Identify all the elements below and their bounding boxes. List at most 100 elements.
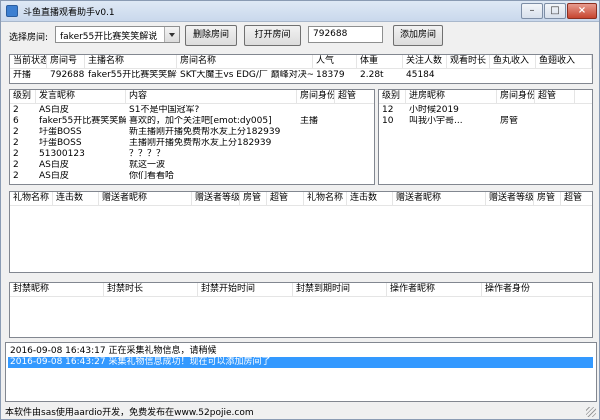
room-info-column-header[interactable]: 人气: [313, 55, 357, 69]
room-select[interactable]: faker55开比赛笑笑解说: [55, 26, 180, 43]
ban-column-header[interactable]: 操作者昵称: [387, 283, 482, 297]
chat-row[interactable]: 2 AS白皮 就这一波: [10, 160, 374, 171]
chat-column-header[interactable]: 发言昵称: [36, 90, 126, 104]
ban-column-header[interactable]: 封禁时长: [104, 283, 198, 297]
log-panel[interactable]: 2016-09-08 16:43:17 正在采集礼物信息，请稍候 2016-09…: [5, 342, 597, 402]
chat-row-cell: 主播刚开播免费帮水友上分182939: [129, 138, 272, 148]
gift-column-header[interactable]: 赠送者等级: [486, 192, 534, 206]
gift-column-header[interactable]: 超管: [561, 192, 592, 206]
room-info-column-header[interactable]: 体重: [357, 55, 403, 69]
status-text: 本软件由sas使用aardio开发，免费发布在www.52pojie.com: [5, 408, 254, 418]
resize-grip-icon[interactable]: [586, 407, 596, 417]
room-info-row-cell: faker55开比赛笑笑解说: [88, 70, 177, 80]
open-room-button[interactable]: 打开房间: [244, 25, 301, 46]
room-info-row[interactable]: 开播 792688 faker55开比赛笑笑解说 SKT大魔王vs EDG/厂 巅峰对…: [10, 70, 592, 81]
chat-row-cell: 喜欢的，加个关注吧[emot:dy005]: [129, 116, 272, 126]
gift-column-header[interactable]: 礼物名称: [10, 192, 53, 206]
chat-row-cell: AS白皮: [39, 160, 69, 170]
chat-row-cell: 6: [13, 116, 19, 126]
chat-row[interactable]: 6 faker55开比赛笑笑解说喜欢的，加个关注吧[emot:dy005] 主播: [10, 116, 374, 127]
room-select-value: faker55开比赛笑笑解说: [60, 32, 158, 42]
gift-column-header[interactable]: 赠送者等级: [192, 192, 240, 206]
enter-column-header[interactable]: 房间身份: [497, 90, 535, 104]
chat-row[interactable]: 2 AS白皮 你们看看哈: [10, 171, 374, 182]
chat-column-header[interactable]: 房间身份: [297, 90, 335, 104]
room-info-row-cell: [490, 70, 536, 81]
chat-row-cell: 就这一波: [129, 160, 166, 170]
room-info-column-header[interactable]: 鱼翅收入: [536, 55, 592, 69]
enter-room-list[interactable]: 级别 进房昵称 房间身份 超管 12 小时候2019 10 叫我小宇哥... 房管: [378, 89, 593, 185]
enter-row[interactable]: 12 小时候2019: [379, 105, 592, 116]
chat-row-cell: [297, 138, 335, 149]
chat-list[interactable]: 级别 发言昵称 内容 房间身份 超管 2 AS白皮 S1不是中国冠军? 6 faker55开比赛…: [9, 89, 375, 185]
room-info-column-header[interactable]: 房间名称: [177, 55, 313, 69]
chat-row-cell: 圩蛋BOSS: [39, 127, 82, 137]
enter-row[interactable]: 10 叫我小宇哥... 房管: [379, 116, 592, 127]
chat-row-cell: 2: [13, 127, 19, 137]
chat-row-cell: [297, 105, 335, 116]
gift-column-header[interactable]: 连击数: [53, 192, 99, 206]
chat-row-cell: 2: [13, 171, 19, 181]
close-button[interactable]: ×: [567, 3, 597, 19]
gift-column-header[interactable]: 连击数: [347, 192, 393, 206]
ban-list[interactable]: 封禁昵称 封禁时长 封禁开始时间 封禁到期时间 操作者昵称 操作者身份: [9, 282, 593, 338]
chat-row-cell: 新主播刚开播免费帮水友上分182939: [129, 127, 281, 137]
enter-column-header[interactable]: 超管: [535, 90, 575, 104]
enter-row-cell: 叫我小宇哥...: [409, 116, 463, 126]
ban-column-header[interactable]: 封禁昵称: [10, 283, 104, 297]
select-room-label: 选择房间:: [9, 33, 49, 43]
chevron-down-icon[interactable]: [164, 27, 179, 42]
room-info-row-cell: SKT大魔王vs EDG/厂 巅峰对决~: [180, 70, 313, 80]
add-room-button[interactable]: 添加房间: [393, 25, 443, 46]
chat-row-cell: [297, 149, 335, 160]
chat-row-cell: [335, 160, 374, 171]
main-window: 斗鱼直播观看助手v0.1 – □ × 选择房间: faker55开比赛笑笑解说 …: [0, 0, 600, 420]
gift-column-header[interactable]: 赠送者昵称: [393, 192, 486, 206]
gift-list[interactable]: 礼物名称 连击数 赠送者昵称 赠送者等级 房管 超管 礼物名称 连击数 赠送者昵称 赠送者等级 房管…: [9, 191, 593, 273]
gift-column-header[interactable]: 房管: [534, 192, 561, 206]
ban-column-header[interactable]: 封禁到期时间: [293, 283, 387, 297]
ban-column-header[interactable]: 操作者身份: [482, 283, 592, 297]
room-info-header: 当前状态 房间号 主播名称 房间名称 人气 体重 关注人数 观看时长 鱼丸收入 鱼翅收入: [10, 55, 592, 69]
chat-row[interactable]: 2 圩蛋BOSS 主播刚开播免费帮水友上分182939: [10, 138, 374, 149]
minimize-button[interactable]: –: [521, 3, 543, 19]
chat-column-header[interactable]: 超管: [335, 90, 374, 104]
window-title: 斗鱼直播观看助手v0.1: [23, 8, 115, 18]
chat-column-header[interactable]: 内容: [126, 90, 297, 104]
app-icon: [6, 5, 18, 17]
room-id-input[interactable]: 792688: [308, 26, 383, 43]
ban-column-header[interactable]: 封禁开始时间: [198, 283, 293, 297]
chat-row-cell: 2: [13, 138, 19, 148]
gift-column-header[interactable]: 礼物名称: [304, 192, 347, 206]
chat-row-cell: 2: [13, 149, 19, 159]
enter-row-cell: 小时候2019: [409, 105, 459, 115]
chat-row-cell: AS白皮: [39, 171, 69, 181]
chat-row[interactable]: 2 圩蛋BOSS 新主播刚开播免费帮水友上分182939: [10, 127, 374, 138]
chat-row-cell: S1不是中国冠军?: [129, 105, 200, 115]
chat-row-cell: 2: [13, 160, 19, 170]
chat-column-header[interactable]: 级别: [10, 90, 36, 104]
maximize-button[interactable]: □: [544, 3, 566, 19]
chat-row-cell: 圩蛋BOSS: [39, 138, 82, 148]
chat-row-cell: [335, 127, 374, 138]
enter-row-cell: [497, 105, 535, 116]
enter-column-header[interactable]: 级别: [379, 90, 406, 104]
log-line-selected[interactable]: 2016-09-08 16:43:27 采集礼物信息成功！现在可以添加房间了: [8, 357, 593, 368]
gift-column-header[interactable]: 房管: [240, 192, 267, 206]
chat-row-cell: [297, 171, 335, 182]
room-info-column-header[interactable]: 鱼丸收入: [490, 55, 536, 69]
room-info-column-header[interactable]: 观看时长: [447, 55, 490, 69]
gift-column-header[interactable]: 赠送者昵称: [99, 192, 192, 206]
chat-row[interactable]: 2 51300123 ？？？？: [10, 149, 374, 160]
room-info-column-header[interactable]: 关注人数: [403, 55, 447, 69]
chat-row-cell: 51300123: [39, 149, 85, 159]
chat-row[interactable]: 2 AS白皮 S1不是中国冠军?: [10, 105, 374, 116]
gift-column-header[interactable]: 超管: [267, 192, 304, 206]
gift-header: 礼物名称 连击数 赠送者昵称 赠送者等级 房管 超管 礼物名称 连击数 赠送者昵称 赠送者等级 房管…: [10, 192, 592, 206]
title-bar[interactable]: 斗鱼直播观看助手v0.1 – □ ×: [1, 1, 599, 22]
enter-column-header[interactable]: 进房昵称: [406, 90, 497, 104]
room-info-column-header[interactable]: 房间号: [47, 55, 85, 69]
delete-room-button[interactable]: 删除房间: [185, 25, 237, 46]
room-info-column-header[interactable]: 当前状态: [10, 55, 47, 69]
room-info-column-header[interactable]: 主播名称: [85, 55, 177, 69]
